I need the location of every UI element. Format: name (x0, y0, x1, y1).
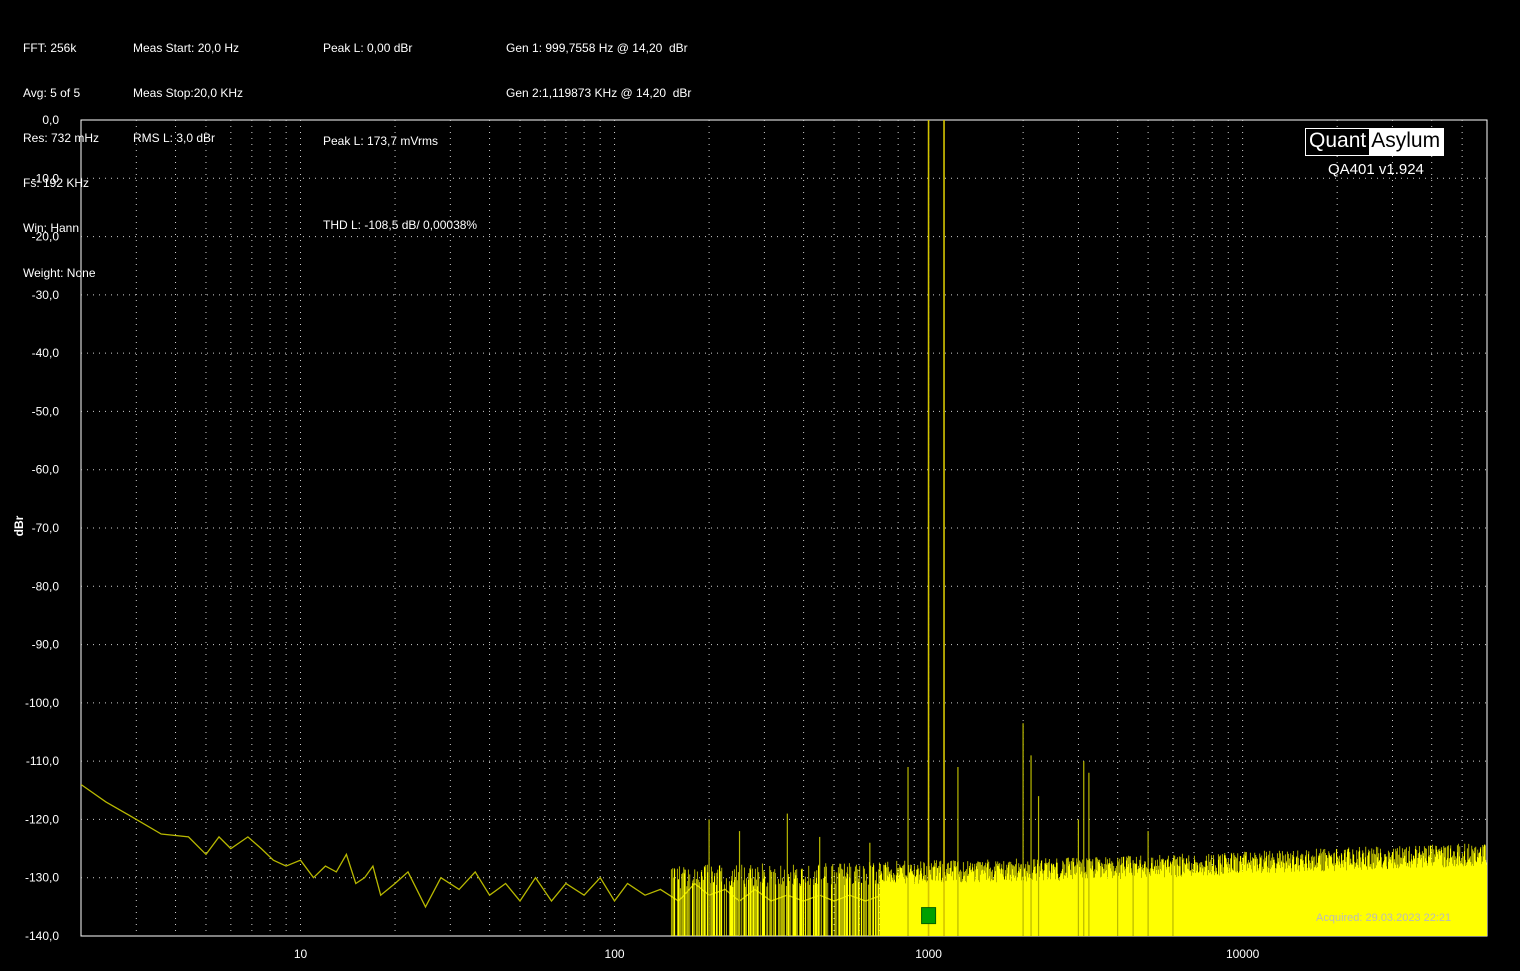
y-tick-label: 0,0 (42, 113, 59, 127)
y-tick-label: -130,0 (25, 871, 59, 885)
y-tick-label: -20,0 (32, 230, 60, 244)
y-tick-label: -60,0 (32, 463, 60, 477)
x-tick-label: 10 (294, 947, 308, 961)
y-tick-label: -90,0 (32, 638, 60, 652)
y-tick-label: -10,0 (32, 171, 60, 185)
spectrum-noise-band (670, 843, 1487, 936)
logo-part-asylum: Asylum (1369, 129, 1444, 155)
y-tick-label: -50,0 (32, 404, 60, 418)
spectrum-chart: 0,0 -10,0 -20,0 -30,0 -40,0 -50,0 -60,0 -70,0 -8… (25, 113, 1488, 961)
logo-part-quant: Quant (1306, 129, 1370, 155)
x-tick-label: 1000 (915, 947, 942, 961)
quantasylum-logo: Quant Asylum (1305, 128, 1445, 156)
y-tick-label: -70,0 (32, 521, 60, 535)
y-tick-label: -30,0 (32, 288, 60, 302)
cursor-marker (921, 907, 937, 925)
y-tick-label: -80,0 (32, 579, 60, 593)
acquired-timestamp: Acquired: 29.03.2023 22:21 (1316, 912, 1452, 924)
y-tick-label: -110,0 (26, 754, 59, 768)
y-tick-label: -120,0 (25, 812, 59, 826)
x-tick-label: 10000 (1226, 947, 1260, 961)
x-tick-label: 100 (605, 947, 625, 961)
version-label: QA401 v1.924 (1328, 161, 1424, 178)
y-tick-label: -40,0 (32, 346, 60, 360)
y-axis-label: dBr (12, 515, 26, 537)
y-tick-label: -140,0 (25, 929, 59, 943)
y-tick-label: -100,0 (25, 696, 59, 710)
